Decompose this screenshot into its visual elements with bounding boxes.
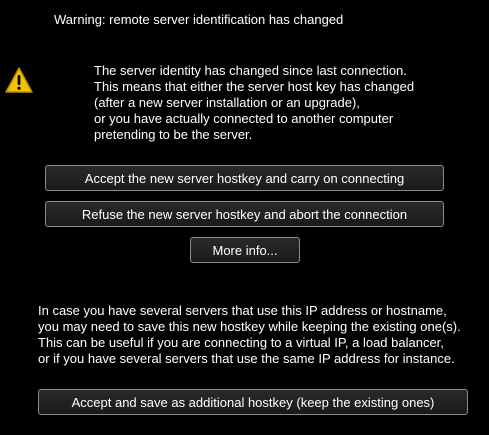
message-line: or you have actually connected to anothe…	[94, 111, 394, 126]
more-info-button[interactable]: More info...	[190, 237, 300, 263]
info-line: In case you have several servers that us…	[38, 303, 447, 318]
message-line: (after a new server installation or an u…	[94, 95, 360, 110]
accept-save-hostkey-button[interactable]: Accept and save as additional hostkey (k…	[38, 389, 468, 415]
info-line: you may need to save this new hostkey wh…	[38, 319, 461, 334]
additional-hostkey-info: In case you have several servers that us…	[38, 303, 483, 367]
message-line: pretending to be the server.	[94, 127, 253, 142]
refuse-hostkey-button[interactable]: Refuse the new server hostkey and abort …	[45, 201, 444, 227]
dialog-title: Warning: remote server identification ha…	[54, 12, 344, 27]
accept-hostkey-button[interactable]: Accept the new server hostkey and carry …	[45, 165, 444, 191]
hostkey-warning-dialog: Warning: remote server identification ha…	[0, 0, 489, 435]
message-line: The server identity has changed since la…	[94, 63, 407, 78]
message-line: This means that either the server host k…	[94, 79, 415, 94]
info-line: or if you have several servers that use …	[38, 351, 455, 366]
warning-message: The server identity has changed since la…	[94, 63, 474, 143]
warning-triangle-icon	[4, 66, 34, 94]
info-line: This can be useful if you are connecting…	[38, 335, 444, 350]
